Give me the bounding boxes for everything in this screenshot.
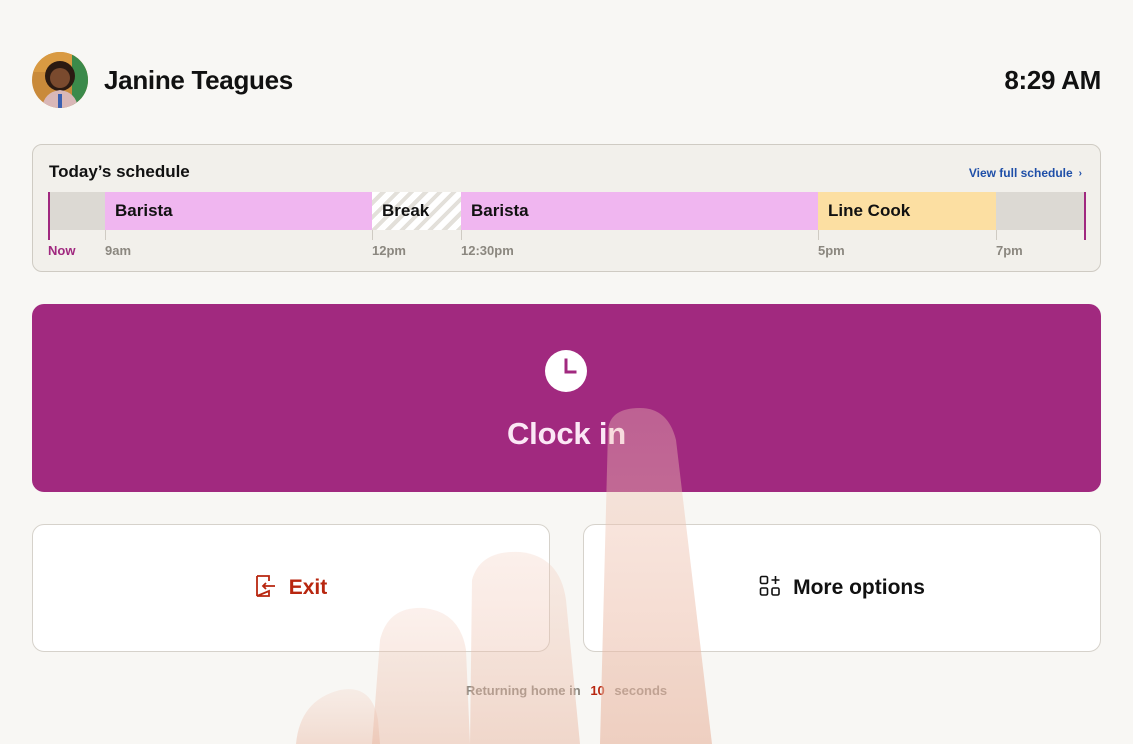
segment-line-cook: Line Cook bbox=[818, 192, 996, 230]
segment-barista-1: Barista bbox=[105, 192, 372, 230]
countdown-suffix: seconds bbox=[614, 683, 668, 698]
segment-label: Barista bbox=[115, 201, 173, 220]
segment-label: Barista bbox=[471, 201, 529, 220]
clock-icon bbox=[545, 350, 587, 392]
tick-1230pm bbox=[461, 230, 462, 240]
return-home-countdown: Returning home in 10 seconds bbox=[0, 683, 1133, 698]
exit-label: Exit bbox=[288, 576, 328, 599]
exit-door-icon bbox=[255, 574, 277, 603]
tick-label-now: Now bbox=[48, 243, 76, 258]
tick-9am bbox=[105, 230, 106, 240]
view-full-schedule-link[interactable]: View full schedule › bbox=[969, 166, 1082, 180]
tick-7pm bbox=[996, 230, 997, 240]
user-info: Janine Teagues bbox=[32, 52, 293, 108]
tick-label-12pm: 12pm bbox=[372, 243, 406, 258]
now-marker bbox=[48, 192, 50, 240]
grid-plus-icon bbox=[759, 575, 781, 602]
end-marker bbox=[1084, 192, 1086, 240]
countdown-value: 10 bbox=[590, 683, 605, 698]
clock-in-button[interactable]: Clock in bbox=[32, 304, 1101, 492]
tick-label-5pm: 5pm bbox=[818, 243, 845, 258]
segment-barista-2: Barista bbox=[461, 192, 818, 230]
chevron-right-icon: › bbox=[1078, 167, 1082, 179]
tick-label-9am: 9am bbox=[105, 243, 132, 258]
schedule-title: Today’s schedule bbox=[49, 162, 190, 181]
user-name: Janine Teagues bbox=[104, 64, 293, 95]
segment-break: Break bbox=[372, 192, 461, 230]
schedule-card: Today’s schedule View full schedule › Ba… bbox=[32, 144, 1101, 272]
more-options-button[interactable]: More options bbox=[583, 524, 1101, 652]
clock-in-screen: Janine Teagues 8:29 AM Today’s schedule … bbox=[0, 0, 1133, 744]
current-time: 8:29 AM bbox=[1004, 64, 1101, 95]
view-full-schedule-label: View full schedule bbox=[968, 166, 1073, 180]
segment-label: Line Cook bbox=[828, 201, 911, 220]
countdown-prefix: Returning home in bbox=[465, 683, 581, 698]
clock-in-label: Clock in bbox=[507, 416, 626, 451]
tick-label-7pm: 7pm bbox=[996, 243, 1023, 258]
exit-button[interactable]: Exit bbox=[32, 524, 550, 652]
tick-12pm bbox=[372, 230, 373, 240]
tick-5pm bbox=[818, 230, 819, 240]
header: Janine Teagues 8:29 AM bbox=[32, 52, 1101, 108]
tick-label-1230pm: 12:30pm bbox=[461, 243, 514, 258]
more-options-label: More options bbox=[793, 576, 925, 599]
avatar bbox=[32, 52, 88, 108]
segment-label: Break bbox=[382, 201, 430, 220]
schedule-timeline: Barista Break Barista Line Cook bbox=[48, 192, 1086, 230]
